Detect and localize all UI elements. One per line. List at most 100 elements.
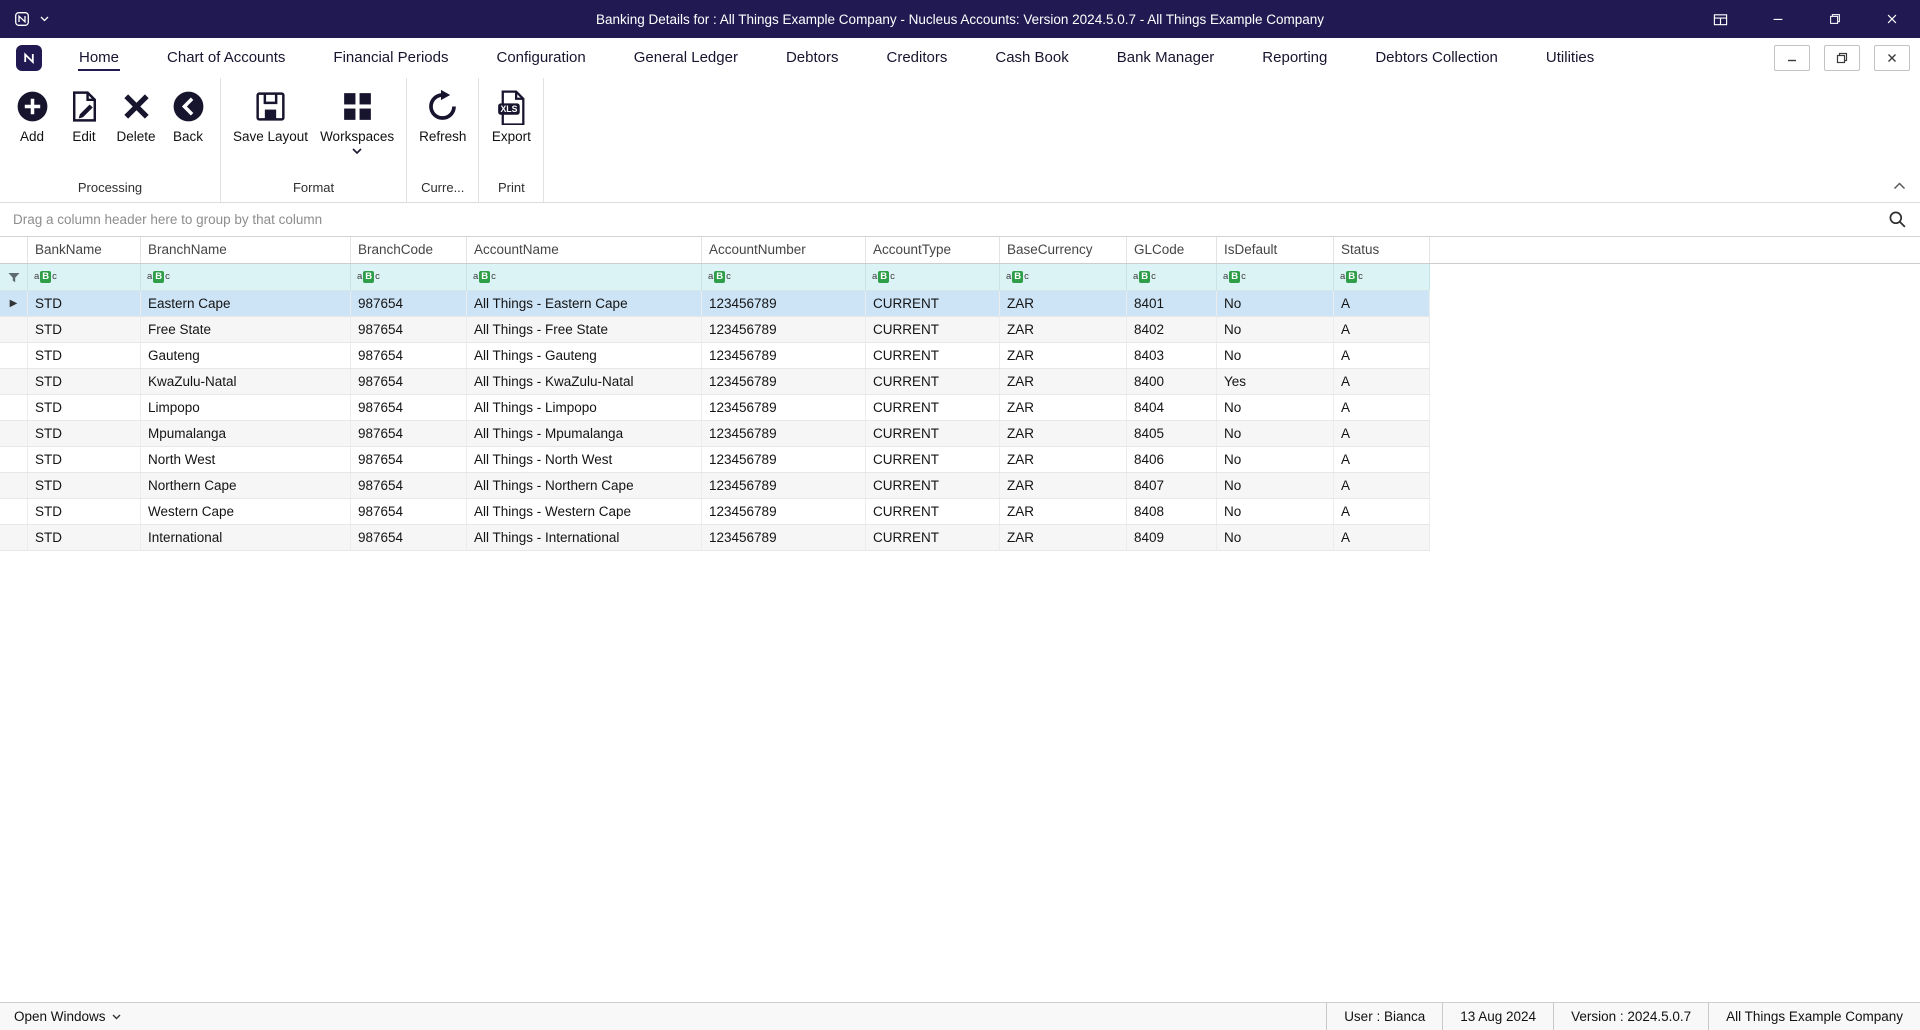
add-button[interactable]: Add (6, 86, 58, 146)
tab-label: General Ledger (633, 48, 738, 66)
column-header-glcode[interactable]: GLCode (1127, 237, 1217, 263)
column-header-accounttype[interactable]: AccountType (866, 237, 1000, 263)
tab-cash-book[interactable]: Cash Book (971, 38, 1092, 78)
text-filter-icon: aBc (357, 271, 380, 283)
table-row[interactable]: STD Free State 987654 All Things - Free Sta… (0, 317, 1430, 343)
column-header-branchname[interactable]: BranchName (141, 237, 351, 263)
tab-reporting[interactable]: Reporting (1238, 38, 1351, 78)
ribbon-button-label: Refresh (419, 129, 467, 144)
delete-button[interactable]: Delete (110, 86, 162, 146)
tab-chart-of-accounts[interactable]: Chart of Accounts (143, 38, 309, 78)
column-header-branchcode[interactable]: BranchCode (351, 237, 467, 263)
cell-isdefault: Yes (1217, 369, 1334, 394)
grid-filter-row: aBc aBc aBc aBc aBc aBc aBc aBc aBc aBc (0, 264, 1430, 291)
cell-basecurrency: ZAR (1000, 421, 1127, 446)
tab-home[interactable]: Home (55, 38, 143, 78)
table-row[interactable]: STD North West 987654 All Things - North We… (0, 447, 1430, 473)
mdi-minimize-button[interactable] (1774, 45, 1810, 71)
tab-financial-periods[interactable]: Financial Periods (309, 38, 472, 78)
mdi-close-button[interactable] (1874, 45, 1910, 71)
export-button[interactable]: XLS Export (485, 86, 537, 146)
table-row[interactable]: ▶ STD Eastern Cape 987654 All Things - Easte… (0, 291, 1430, 317)
ribbon-group-label: Processing (77, 180, 143, 195)
save-layout-button[interactable]: Save Layout (227, 86, 314, 146)
column-header-accountname[interactable]: AccountName (467, 237, 702, 263)
mdi-restore-button[interactable] (1824, 45, 1860, 71)
cell-branchcode: 987654 (351, 447, 467, 472)
filter-cell-basecurrency[interactable]: aBc (1000, 264, 1127, 290)
filter-cell-isdefault[interactable]: aBc (1217, 264, 1334, 290)
quick-access-caret-icon[interactable] (40, 16, 49, 22)
statusbar: Open Windows User : Bianca 13 Aug 2024 V… (0, 1002, 1920, 1030)
column-header-bankname[interactable]: BankName (28, 237, 141, 263)
refresh-button[interactable]: Refresh (413, 86, 472, 146)
svg-text:XLS: XLS (500, 104, 517, 114)
tab-general-ledger[interactable]: General Ledger (610, 38, 762, 78)
tab-configuration[interactable]: Configuration (472, 38, 609, 78)
edit-button[interactable]: Edit (58, 86, 110, 146)
tab-debtors-collection[interactable]: Debtors Collection (1351, 38, 1522, 78)
filter-cell-branchcode[interactable]: aBc (351, 264, 467, 290)
cell-branchname: Mpumalanga (141, 421, 351, 446)
table-row[interactable]: STD Limpopo 987654 All Things - Limpopo 1234… (0, 395, 1430, 421)
docking-layout-button[interactable] (1692, 0, 1749, 38)
row-indicator (0, 395, 28, 420)
add-icon (14, 88, 51, 125)
restore-button[interactable] (1806, 0, 1863, 38)
cell-branchname: Gauteng (141, 343, 351, 368)
ribbon-collapse-button[interactable] (1893, 182, 1906, 190)
column-header-status[interactable]: Status (1334, 237, 1430, 263)
table-row[interactable]: STD Mpumalanga 987654 All Things - Mpumalan… (0, 421, 1430, 447)
cell-accountnumber: 123456789 (702, 447, 866, 472)
table-row[interactable]: STD Western Cape 987654 All Things - Wester… (0, 499, 1430, 525)
cell-branchname: Eastern Cape (141, 291, 351, 316)
column-header-isdefault[interactable]: IsDefault (1217, 237, 1334, 263)
tab-bank-manager[interactable]: Bank Manager (1093, 38, 1239, 78)
column-header-accountnumber[interactable]: AccountNumber (702, 237, 866, 263)
text-filter-icon: aBc (34, 271, 57, 283)
cell-accounttype: CURRENT (866, 525, 1000, 550)
close-button[interactable] (1863, 0, 1920, 38)
cell-bankname: STD (28, 395, 141, 420)
cell-branchcode: 987654 (351, 317, 467, 342)
filter-cell-bankname[interactable]: aBc (28, 264, 141, 290)
quick-access-toolbar (0, 11, 232, 27)
cell-bankname: STD (28, 447, 141, 472)
grid-body: ▶ STD Eastern Cape 987654 All Things - Easte… (0, 291, 1920, 551)
open-windows-button[interactable]: Open Windows (0, 1003, 135, 1030)
cell-branchname: Western Cape (141, 499, 351, 524)
minimize-button[interactable] (1749, 0, 1806, 38)
filter-cell-accountname[interactable]: aBc (467, 264, 702, 290)
table-row[interactable]: STD International 987654 All Things - Inter… (0, 525, 1430, 551)
cell-glcode: 8404 (1127, 395, 1217, 420)
column-header-basecurrency[interactable]: BaseCurrency (1000, 237, 1127, 263)
cell-accounttype: CURRENT (866, 317, 1000, 342)
row-indicator (0, 473, 28, 498)
filter-cell-accountnumber[interactable]: aBc (702, 264, 866, 290)
table-row[interactable]: STD Northern Cape 987654 All Things - North… (0, 473, 1430, 499)
cell-accounttype: CURRENT (866, 343, 1000, 368)
tab-creditors[interactable]: Creditors (863, 38, 972, 78)
table-row[interactable]: STD KwaZulu-Natal 987654 All Things - KwaZu… (0, 369, 1430, 395)
filter-cell-branchname[interactable]: aBc (141, 264, 351, 290)
app-menu-icon[interactable] (14, 11, 30, 27)
filter-cell-accounttype[interactable]: aBc (866, 264, 1000, 290)
workspaces-button[interactable]: Workspaces (314, 86, 400, 156)
search-icon[interactable] (1888, 210, 1907, 229)
cell-accounttype: CURRENT (866, 499, 1000, 524)
tab-utilities[interactable]: Utilities (1522, 38, 1618, 78)
cell-branchname: North West (141, 447, 351, 472)
group-by-hint: Drag a column header here to group by th… (13, 212, 323, 227)
ribbon-group-label: Format (292, 180, 335, 195)
edit-icon (66, 88, 103, 125)
delete-icon (118, 88, 155, 125)
back-button[interactable]: Back (162, 86, 214, 146)
tab-debtors[interactable]: Debtors (762, 38, 863, 78)
cell-status: A (1334, 395, 1430, 420)
filter-cell-glcode[interactable]: aBc (1127, 264, 1217, 290)
cell-isdefault: No (1217, 395, 1334, 420)
table-row[interactable]: STD Gauteng 987654 All Things - Gauteng 1234… (0, 343, 1430, 369)
status-date: 13 Aug 2024 (1442, 1003, 1553, 1030)
cell-bankname: STD (28, 369, 141, 394)
filter-cell-status[interactable]: aBc (1334, 264, 1430, 290)
